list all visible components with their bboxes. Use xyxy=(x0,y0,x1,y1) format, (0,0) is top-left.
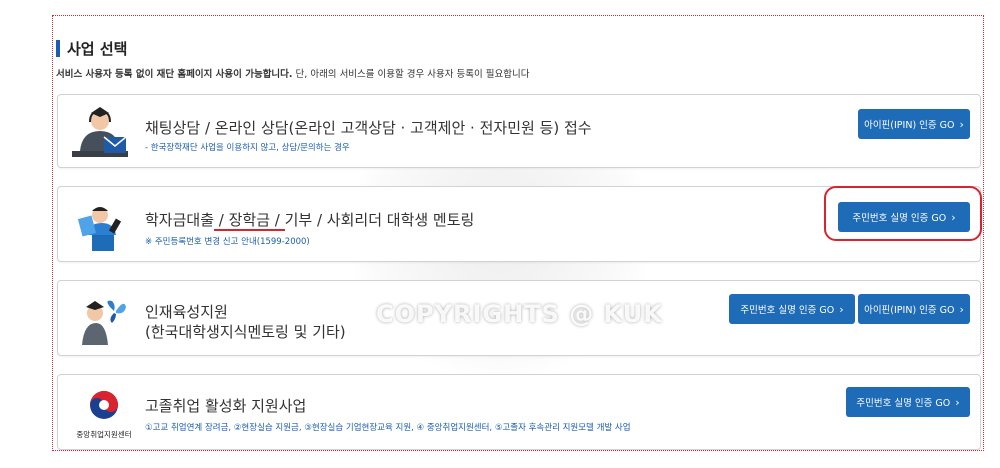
ipin-auth-button[interactable]: 아이핀(IPIN) 인증 GO › xyxy=(858,109,970,139)
heading-part-rest: 기부 / 사회리더 대학생 멘토링 xyxy=(284,211,475,229)
taegeuk-icon xyxy=(90,391,118,419)
heading-part-loan: 학자금대출 xyxy=(145,211,215,229)
section-description: 서비스 사용자 등록 없이 재단 홈페이지 사용이 가능합니다. 단, 아래의 … xyxy=(56,66,529,80)
page-title: 사업 선택 xyxy=(67,40,128,58)
description-bold: 서비스 사용자 등록 없이 재단 홈페이지 사용이 가능합니다. xyxy=(56,69,293,80)
card-heading-line1: 인재육성지원 xyxy=(145,303,228,321)
red-highlight-circle xyxy=(824,186,982,241)
resident-id-auth-button[interactable]: 주민번호 실명 인증 GO › xyxy=(729,294,855,324)
chevron-right-icon: › xyxy=(839,302,844,316)
button-label: 주민번호 실명 인증 GO xyxy=(856,398,951,409)
button-label: 아이핀(IPIN) 인증 GO xyxy=(864,120,955,131)
ipin-auth-button[interactable]: 아이핀(IPIN) 인증 GO › xyxy=(858,294,970,324)
card-heading: 학자금대출 / 장학금 / 기부 / 사회리더 대학생 멘토링 xyxy=(145,209,475,231)
service-card-employment: 중앙취업지원센터 고졸취업 활성화 지원사업 ①고교 취업연계 장려금, ②현장… xyxy=(57,374,981,450)
logo-label: 중앙취업지원센터 xyxy=(76,430,132,439)
chevron-right-icon: › xyxy=(959,117,964,131)
card-heading-line2: (한국대학생지식멘토링 및 기타) xyxy=(145,323,346,341)
heading-part-sep1: / xyxy=(214,211,229,229)
card-heading: 고졸취업 활성화 지원사업 xyxy=(145,397,307,415)
chevron-right-icon: › xyxy=(959,302,964,316)
card-subtext: ※ 주민등록번호 변경 신고 안내(1599-2000) xyxy=(145,237,310,247)
counselor-headset-icon xyxy=(70,101,130,161)
card-subtext: ①고교 취업연계 장려금, ②현장실습 지원금, ③현장실습 기업현장교육 지원… xyxy=(145,423,631,433)
description-rest: 단, 아래의 서비스를 이용할 경우 사용자 등록이 필요합니다 xyxy=(292,69,530,80)
card-subtext: - 한국장학재단 사업을 이용하지 않고, 상담/문의하는 경우 xyxy=(145,143,350,153)
button-label: 아이핀(IPIN) 인증 GO xyxy=(864,305,955,316)
section-title: 사업 선택 xyxy=(56,38,127,59)
mentor-butterfly-icon xyxy=(70,289,130,349)
resident-id-auth-button[interactable]: 주민번호 실명 인증 GO › xyxy=(846,387,970,417)
button-label: 주민번호 실명 인증 GO xyxy=(740,305,835,316)
heading-part-sep2: / xyxy=(270,211,285,229)
service-card-chat: 채팅상담 / 온라인 상담(온라인 고객상담 · 고객제안 · 전자민원 등) … xyxy=(57,94,981,168)
heading-part-scholarship: 장학금 xyxy=(228,211,271,229)
service-card-talent: 인재육성지원 (한국대학생지식멘토링 및 기타) 주민번호 실명 인증 GO › … xyxy=(57,280,981,356)
title-bar-marker xyxy=(56,40,60,57)
card-heading: 채팅상담 / 온라인 상담(온라인 고객상담 · 고객제안 · 전자민원 등) … xyxy=(145,119,592,137)
heading-separator: / 장학금 / xyxy=(214,211,285,231)
chevron-right-icon: › xyxy=(955,395,960,409)
government-logo: 중앙취업지원센터 xyxy=(72,385,136,445)
student-book-icon xyxy=(70,195,130,255)
